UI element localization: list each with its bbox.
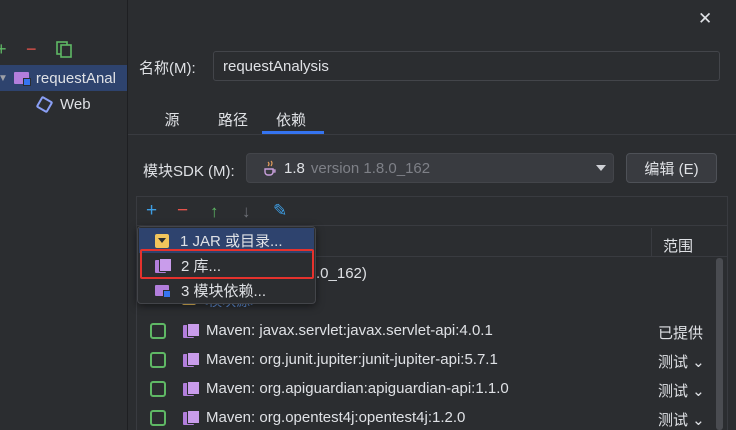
tab-paths[interactable]: 路径 bbox=[212, 109, 254, 130]
library-icon bbox=[183, 352, 200, 367]
java-cup-icon bbox=[263, 160, 277, 176]
tabs-divider bbox=[128, 134, 736, 135]
add-module-icon[interactable]: + bbox=[0, 40, 7, 58]
menu-item-module-dependency[interactable]: 3 模块依赖... bbox=[139, 278, 314, 303]
menu-item-label: 3 模块依赖... bbox=[181, 283, 267, 300]
table-row[interactable]: Maven: org.opentest4j:opentest4j:1.2.0 bbox=[150, 403, 465, 430]
add-dependency-icon[interactable]: + bbox=[146, 201, 157, 220]
module-sdk-select[interactable]: 1.8 version 1.8.0_162 bbox=[246, 153, 614, 183]
edit-dependency-icon[interactable]: ✎ bbox=[273, 202, 287, 219]
library-icon bbox=[183, 323, 200, 338]
library-icon bbox=[183, 410, 200, 425]
dependency-scope-select[interactable]: 测试 ⌄ bbox=[658, 351, 705, 372]
vertical-scrollbar[interactable] bbox=[716, 258, 723, 430]
sdk-version-detail: version 1.8.0_162 bbox=[310, 159, 431, 177]
export-checkbox[interactable] bbox=[150, 322, 166, 339]
export-checkbox[interactable] bbox=[150, 351, 166, 368]
chevron-down-icon[interactable] bbox=[596, 165, 606, 171]
module-folder-icon bbox=[13, 72, 31, 86]
copy-module-icon[interactable] bbox=[56, 41, 72, 58]
dependency-name: Maven: org.junit.jupiter:junit-jupiter-a… bbox=[206, 351, 498, 368]
dependency-name: Maven: org.opentest4j:opentest4j:1.2.0 bbox=[206, 409, 466, 426]
move-up-icon[interactable]: ↑ bbox=[210, 203, 219, 220]
remove-dependency-icon[interactable]: − bbox=[177, 201, 188, 220]
expand-arrow-icon[interactable]: ▼ bbox=[0, 73, 8, 84]
tree-item-label: requestAnal bbox=[35, 69, 116, 87]
jdk-entry-partial: .0_162) bbox=[316, 265, 367, 282]
module-name-value: requestAnalysis bbox=[223, 57, 329, 75]
remove-module-icon[interactable]: − bbox=[26, 40, 37, 58]
table-row[interactable]: Maven: javax.servlet:javax.servlet-api:4… bbox=[150, 316, 493, 345]
web-facet-icon bbox=[35, 95, 54, 113]
tree-item-requestanalysis[interactable]: ▼ requestAnal bbox=[0, 65, 127, 91]
move-down-icon[interactable]: ↓ bbox=[242, 203, 251, 220]
jar-folder-icon bbox=[155, 233, 169, 248]
module-name-input[interactable]: requestAnalysis bbox=[213, 51, 720, 81]
table-row[interactable]: Maven: org.apiguardian:apiguardian-api:1… bbox=[150, 374, 509, 403]
tree-item-web[interactable]: Web bbox=[35, 91, 91, 117]
sdk-version: 1.8 bbox=[284, 159, 305, 177]
name-label: 名称(M): bbox=[139, 60, 196, 77]
export-checkbox[interactable] bbox=[150, 380, 166, 397]
dependency-name: Maven: javax.servlet:javax.servlet-api:4… bbox=[206, 322, 493, 339]
close-icon[interactable]: ✕ bbox=[698, 9, 712, 29]
tab-sources[interactable]: 源 bbox=[155, 109, 189, 130]
dependency-name: Maven: org.apiguardian:apiguardian-api:1… bbox=[206, 380, 509, 397]
module-tree-pane: + − ▼ requestAnal Web bbox=[0, 0, 127, 430]
library-icon bbox=[183, 381, 200, 396]
dependency-scope: 已提供 bbox=[658, 325, 704, 342]
tab-dependencies[interactable]: 依赖 bbox=[270, 109, 312, 130]
pane-divider[interactable] bbox=[127, 0, 128, 430]
dependencies-toolbar: + − ↑ ↓ ✎ bbox=[137, 197, 727, 226]
tree-item-label: Web bbox=[60, 95, 91, 113]
dependency-scope-select[interactable]: 测试 ⌄ bbox=[658, 409, 705, 430]
scope-column-header: 范围 bbox=[663, 238, 694, 255]
menu-item-label: 1 JAR 或目录... bbox=[180, 233, 283, 250]
edit-sdk-button[interactable]: 编辑 (E) bbox=[626, 153, 717, 183]
annotation-highlight-box bbox=[140, 249, 314, 279]
module-sdk-label: 模块SDK (M): bbox=[143, 163, 235, 180]
module-icon bbox=[155, 285, 171, 298]
export-checkbox[interactable] bbox=[150, 409, 166, 426]
dependency-scope-select[interactable]: 测试 ⌄ bbox=[658, 380, 705, 401]
table-row[interactable]: Maven: org.junit.jupiter:junit-jupiter-a… bbox=[150, 345, 498, 374]
column-divider bbox=[651, 228, 652, 257]
